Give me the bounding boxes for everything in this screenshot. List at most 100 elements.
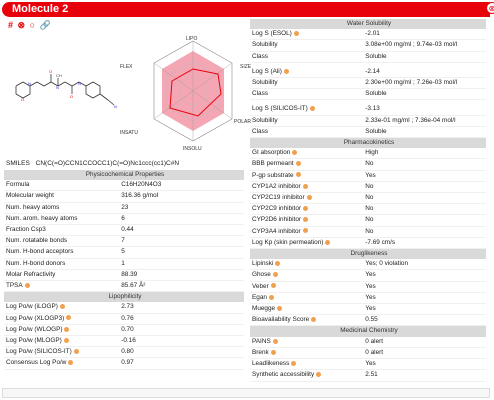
property-value: Yes (363, 358, 486, 371)
link-icon[interactable]: 🔗 (40, 20, 51, 30)
property-label-text: Molar Refractivity (6, 270, 56, 278)
property-label: Fraction Csp3 (4, 224, 120, 237)
property-value: 0 alert (363, 347, 486, 360)
property-value: 2.33e-01 mg/ml ; 7.36e-04 mol/l (363, 115, 486, 127)
property-row: Bioavailability Score 0.55 (250, 314, 486, 327)
info-icon[interactable] (306, 194, 312, 200)
toolbar: # ⊗ ○ 🔗 (8, 20, 53, 30)
property-row: Log S (SILICOS-IT) -3.13 (250, 104, 486, 116)
property-value: No (363, 214, 486, 227)
property-value: Soluble (363, 88, 486, 101)
property-row: TPSA 85.67 Å² (4, 280, 244, 293)
property-label: Log Po/w (iLOGP) (4, 302, 120, 314)
property-row: Formula C16H20N4O3 (4, 180, 244, 192)
property-label: PAINS (250, 336, 364, 348)
info-icon[interactable] (293, 31, 299, 37)
property-value: -3.13 (363, 104, 486, 116)
info-icon[interactable] (277, 305, 283, 311)
property-label: CYP3A4 inhibitor (250, 226, 364, 238)
circle-icon[interactable]: ○ (30, 20, 35, 30)
property-label-text: Log S (Ali) (252, 67, 282, 75)
property-value: 5 (119, 246, 244, 259)
property-label-text: CYP3A4 inhibitor (252, 227, 301, 235)
info-icon[interactable] (302, 228, 308, 234)
smiles-value: CN(C(=O)CCN1CCOCC1)C(=O)Nc1ccc(cc1)C#N (35, 160, 180, 167)
info-icon[interactable] (302, 183, 308, 189)
property-label-text: Log Po/w (iLOGP) (6, 303, 58, 311)
property-value: 0.76 (119, 313, 244, 325)
horizontal-scrollbar[interactable] (2, 388, 490, 398)
info-icon[interactable] (309, 106, 315, 112)
info-icon[interactable] (64, 326, 70, 332)
property-value: 88.39 (119, 269, 244, 282)
property-row: Synthetic accessibility 2.51 (250, 369, 486, 382)
radar-chart (153, 40, 233, 142)
info-icon[interactable] (63, 337, 69, 343)
info-icon[interactable] (24, 282, 30, 288)
star-icon[interactable]: ⊗ (18, 20, 26, 30)
property-value: No (363, 181, 486, 194)
info-icon[interactable] (268, 294, 274, 300)
property-label-text: Formula (6, 181, 30, 189)
info-icon[interactable] (325, 239, 331, 245)
property-label-text: Class (252, 90, 268, 98)
property-label: Num. arom. heavy atoms (4, 213, 120, 226)
property-row: Num. arom. heavy atoms 6 (4, 213, 244, 226)
property-label-text: Log Po/w (WLOGP) (6, 325, 63, 333)
medchem-section-header: Medicinal Chemistry (250, 325, 486, 337)
info-icon[interactable] (66, 315, 72, 321)
hashtag-icon[interactable]: # (8, 20, 13, 30)
close-circle-icon[interactable]: ⊗ (486, 2, 494, 14)
property-label: Log Po/w (XLOGP3) (4, 313, 120, 325)
property-value: Yes (363, 292, 486, 305)
property-value: -2.14 (363, 66, 486, 79)
property-value: Yes (363, 281, 486, 293)
property-label-text: CYP2D6 inhibitor (252, 216, 302, 224)
info-icon[interactable] (292, 150, 298, 156)
property-label: Num. heavy atoms (4, 202, 120, 214)
info-icon[interactable] (303, 206, 309, 212)
info-icon[interactable] (316, 372, 322, 378)
property-label-text: Log Po/w (MLOGP) (6, 337, 62, 345)
info-icon[interactable] (295, 172, 301, 178)
property-label: Molar Refractivity (4, 269, 120, 282)
property-row: CYP2D6 inhibitor No (250, 214, 486, 227)
property-label: Log S (SILICOS-IT) (250, 104, 364, 116)
property-label-text: GI absorption (252, 149, 291, 157)
info-icon[interactable] (73, 349, 79, 355)
info-icon[interactable] (311, 317, 317, 323)
property-label: Synthetic accessibility (250, 369, 364, 382)
property-row: Solubility 3.08e+00 mg/ml ; 9.74e-03 mol/… (250, 39, 486, 52)
radar-axis-label: POLAR (234, 119, 251, 125)
property-label: Log S (Ali) (250, 66, 364, 79)
property-value: No (363, 158, 486, 171)
property-label: Log Po/w (MLOGP) (4, 335, 120, 348)
property-value: Yes; 0 violation (363, 259, 486, 271)
property-label: Leadlikeness (250, 358, 364, 371)
info-icon[interactable] (303, 217, 309, 223)
info-icon[interactable] (68, 360, 74, 366)
molecule-header: Molecule 2 (2, 2, 490, 17)
property-label: Class (250, 88, 364, 101)
property-label: Num. H-bond donors (4, 258, 120, 270)
property-value: 0 alert (363, 336, 486, 348)
property-label: Log Kp (skin permeation) (250, 237, 364, 250)
molecule-title: Molecule 2 (12, 3, 69, 15)
svg-text:O: O (70, 94, 73, 99)
info-icon[interactable] (295, 161, 301, 167)
info-icon[interactable] (275, 261, 281, 267)
info-icon[interactable] (270, 283, 276, 289)
property-value: 0.97 (119, 357, 244, 370)
property-row: Log Po/w (SILICOS-IT) 0.80 (4, 346, 244, 359)
property-row: BBB permeant No (250, 158, 486, 171)
info-icon[interactable] (272, 272, 278, 278)
info-icon[interactable] (270, 349, 276, 355)
info-icon[interactable] (59, 304, 65, 310)
info-icon[interactable] (272, 338, 278, 344)
property-label-text: Solubility (252, 41, 278, 49)
property-label-text: Molecular weight (6, 192, 54, 200)
property-row: Class Soluble (250, 88, 486, 101)
info-icon[interactable] (283, 68, 289, 74)
info-icon[interactable] (291, 360, 297, 366)
property-label-text: Solubility (252, 116, 278, 124)
